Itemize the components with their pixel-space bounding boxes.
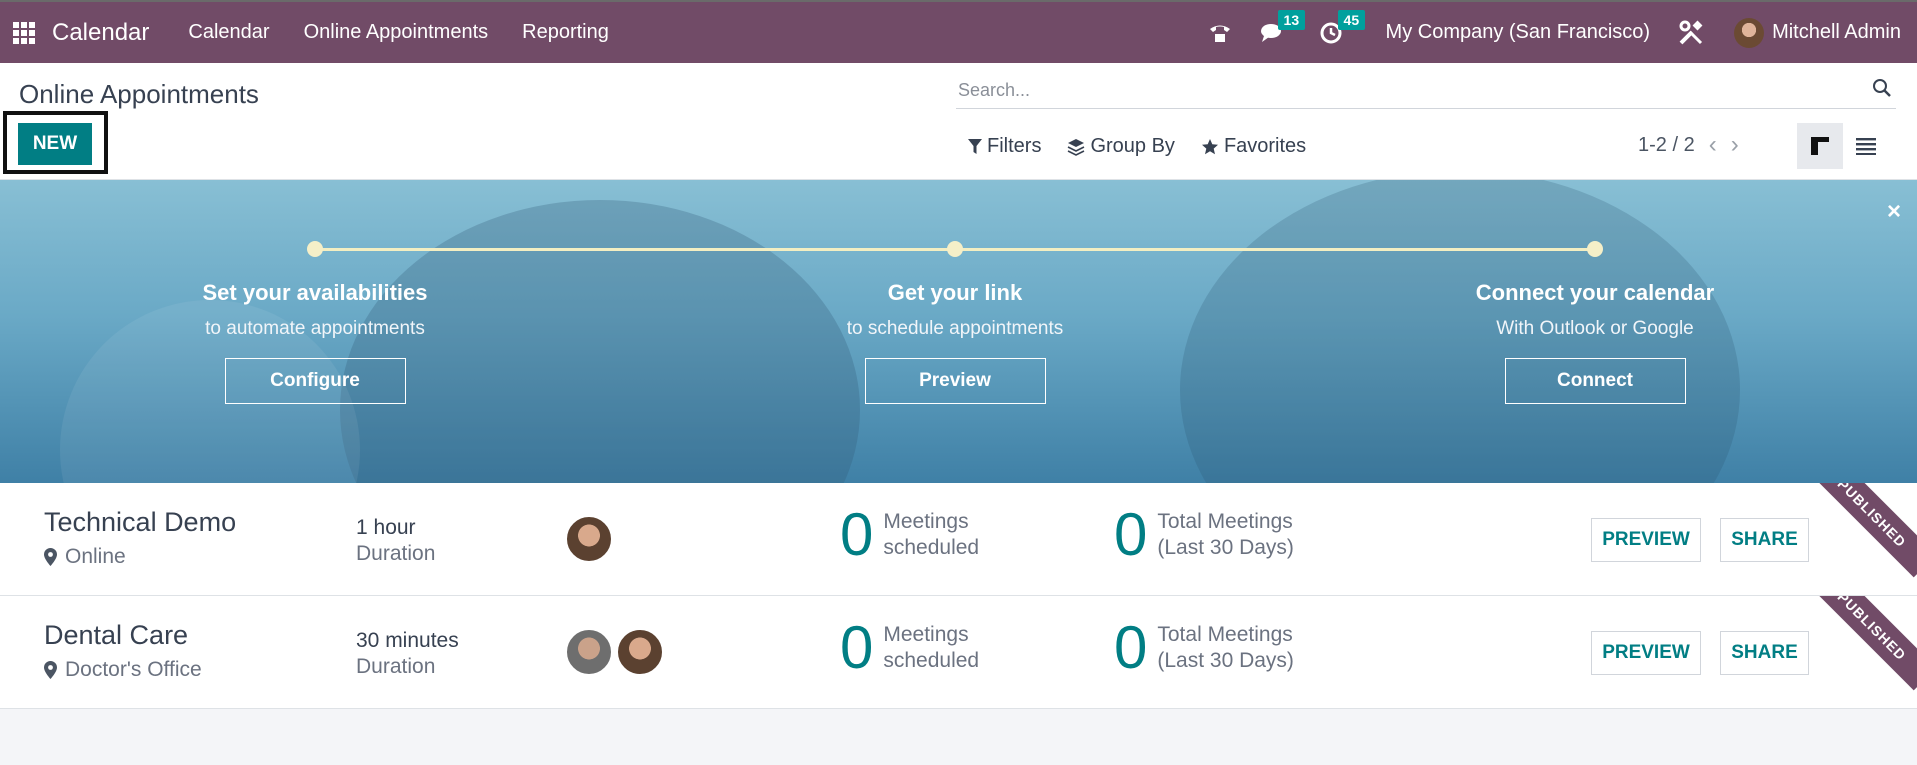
staff-avatar[interactable]	[565, 628, 613, 676]
appointment-duration: 30 minutes Duration	[356, 628, 459, 680]
appointment-duration: 1 hour Duration	[356, 515, 435, 567]
menu-online-appointments[interactable]: Online Appointments	[304, 21, 489, 44]
activities-icon[interactable]: 45	[1320, 9, 1366, 44]
duration-label: Duration	[356, 655, 436, 678]
staff-avatars	[565, 628, 667, 676]
preview-button[interactable]: PREVIEW	[1591, 631, 1701, 675]
settings-tools-icon[interactable]	[1678, 20, 1704, 46]
total-meetings-stat: 0 Total Meetings (Last 30 Days)	[1114, 505, 1294, 565]
pager-previous-icon[interactable]: ‹	[1709, 131, 1717, 159]
total-meetings-label: Total Meetings	[1157, 623, 1293, 646]
company-switcher[interactable]: My Company (San Francisco)	[1386, 21, 1651, 44]
published-ribbon: PUBLISHED	[1807, 483, 1917, 578]
meetings-scheduled-count: 0	[840, 501, 874, 568]
banner-close-icon[interactable]: ×	[1887, 198, 1901, 226]
control-panel: Online Appointments NEW Filters Group By…	[0, 63, 1917, 180]
step-dot	[307, 241, 323, 257]
favorites-dropdown[interactable]: Favorites	[1201, 135, 1306, 158]
meetings-scheduled-stat: 0 Meetings scheduled	[840, 505, 979, 565]
messages-badge: 13	[1277, 9, 1306, 30]
menu-reporting[interactable]: Reporting	[522, 21, 609, 44]
step-title: Set your availabilities	[202, 280, 428, 305]
filters-label: Filters	[987, 135, 1042, 157]
list-view-button[interactable]	[1843, 123, 1889, 169]
step-subtitle: to automate appointments	[205, 318, 425, 339]
apps-menu-icon[interactable]	[13, 21, 35, 44]
step-subtitle: With Outlook or Google	[1496, 318, 1694, 339]
step-subtitle: to schedule appointments	[846, 318, 1064, 339]
step-dot	[1587, 241, 1603, 257]
total-meetings-count: 0	[1114, 501, 1148, 568]
duration-value: 30 minutes	[356, 629, 459, 652]
location-label: Online	[65, 545, 126, 568]
pager-value[interactable]: 1-2 / 2	[1638, 134, 1695, 157]
meetings-scheduled-stat: 0 Meetings scheduled	[840, 618, 979, 678]
staff-avatars	[565, 515, 616, 563]
preview-button[interactable]: PREVIEW	[1591, 518, 1701, 562]
step-title: Get your link	[887, 280, 1023, 305]
user-avatar[interactable]	[1734, 17, 1765, 48]
onboarding-banner: × Set your availabilities to automate ap…	[0, 180, 1917, 483]
published-ribbon: PUBLISHED	[1807, 596, 1917, 691]
phone-icon[interactable]	[1208, 22, 1232, 44]
layers-icon	[1068, 138, 1085, 156]
share-button[interactable]: SHARE	[1720, 518, 1809, 562]
step-availabilities: Set your availabilities to automate appo…	[135, 280, 495, 404]
user-menu[interactable]: Mitchell Admin	[1772, 21, 1901, 44]
share-button[interactable]: SHARE	[1720, 631, 1809, 675]
last-30-days-label: (Last 30 Days)	[1157, 536, 1294, 559]
connect-button[interactable]: Connect	[1504, 358, 1686, 404]
meetings-label: Meetings	[883, 623, 969, 646]
groupby-label: Group By	[1090, 135, 1175, 157]
staff-avatar[interactable]	[616, 628, 664, 676]
kanban-icon	[1811, 137, 1829, 155]
location-label: Doctor's Office	[65, 658, 202, 681]
pager-next-icon[interactable]: ›	[1731, 131, 1739, 159]
search-bar	[956, 73, 1896, 109]
total-meetings-label: Total Meetings	[1157, 510, 1293, 533]
step-link: Get your link to schedule appointments P…	[775, 280, 1135, 404]
search-icon[interactable]	[1872, 78, 1892, 103]
total-meetings-count: 0	[1114, 614, 1148, 681]
duration-value: 1 hour	[356, 516, 416, 539]
top-navbar: Calendar Calendar Online Appointments Re…	[0, 0, 1917, 63]
step-dot	[947, 241, 963, 257]
appointment-name: Dental Care	[44, 620, 189, 650]
menu-calendar[interactable]: Calendar	[188, 21, 269, 44]
map-marker-icon	[44, 661, 57, 679]
last-30-days-label: (Last 30 Days)	[1157, 649, 1294, 672]
activities-badge: 45	[1337, 9, 1366, 30]
page-title: Online Appointments	[19, 79, 259, 109]
star-icon	[1201, 138, 1218, 154]
appointment-row[interactable]: Technical Demo Online 1 hour Duration 0 …	[0, 483, 1917, 596]
groupby-dropdown[interactable]: Group By	[1067, 135, 1175, 158]
meetings-scheduled-count: 0	[840, 614, 874, 681]
kanban-view-button[interactable]	[1797, 123, 1843, 169]
filters-dropdown[interactable]: Filters	[968, 135, 1041, 158]
step-title: Connect your calendar	[1475, 280, 1715, 305]
configure-button[interactable]: Configure	[224, 358, 406, 404]
search-input[interactable]	[956, 80, 1872, 101]
new-button[interactable]: NEW	[18, 123, 92, 165]
duration-label: Duration	[356, 542, 436, 565]
appointment-name: Technical Demo	[44, 507, 237, 537]
list-icon	[1856, 138, 1876, 155]
favorites-label: Favorites	[1223, 135, 1307, 157]
pager: 1-2 / 2 ‹ ›	[1638, 131, 1739, 159]
staff-avatar[interactable]	[565, 515, 613, 563]
filter-icon	[968, 138, 982, 154]
messages-icon[interactable]: 13	[1260, 9, 1306, 44]
scheduled-label: scheduled	[883, 649, 980, 672]
search-options: Filters Group By Favorites	[968, 135, 1332, 158]
app-brand[interactable]: Calendar	[52, 19, 149, 47]
appointment-location: Online	[44, 545, 126, 569]
total-meetings-stat: 0 Total Meetings (Last 30 Days)	[1114, 618, 1294, 678]
step-calendar: Connect your calendar With Outlook or Go…	[1415, 280, 1775, 404]
banner-preview-button[interactable]: Preview	[864, 358, 1046, 404]
appointment-row[interactable]: Dental Care Doctor's Office 30 minutes D…	[0, 596, 1917, 709]
scheduled-label: scheduled	[883, 536, 980, 559]
meetings-label: Meetings	[883, 510, 969, 533]
appointment-location: Doctor's Office	[44, 658, 202, 682]
map-marker-icon	[44, 548, 57, 566]
